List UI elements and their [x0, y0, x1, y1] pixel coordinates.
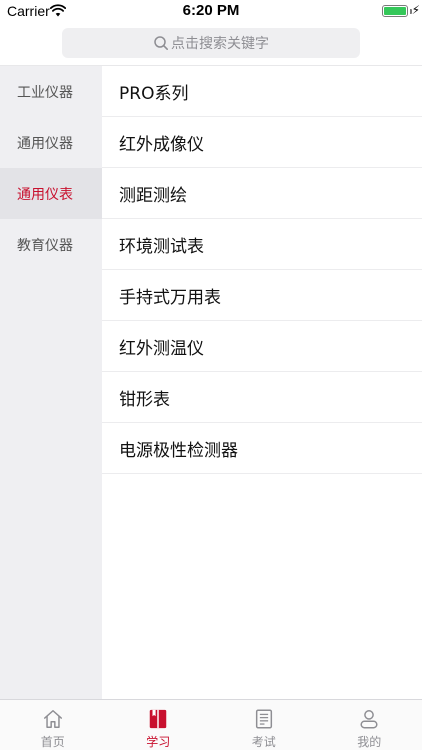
category-item-industrial[interactable]: 工业仪器 — [0, 66, 102, 117]
list-item[interactable]: 测距测绘 — [102, 168, 422, 219]
list-item[interactable]: 红外测温仪 — [102, 321, 422, 372]
battery-level — [384, 7, 406, 15]
list-item[interactable]: 红外成像仪 — [102, 117, 422, 168]
tab-label: 我的 — [357, 735, 382, 749]
status-time: 6:20 PM — [182, 2, 240, 19]
list-item[interactable]: PRO系列 — [102, 66, 422, 117]
profile-icon — [360, 710, 378, 729]
tab-profile[interactable]: 我的 — [317, 700, 422, 750]
exam-icon — [255, 709, 272, 729]
battery-icon — [382, 5, 408, 17]
subcategory-list: PRO系列 红外成像仪 测距测绘 环境测试表 手持式万用表 红外测温仪 钳形表 … — [102, 66, 422, 474]
search-area: 点击搜索关键字 — [0, 22, 422, 66]
tab-label: 首页 — [40, 735, 65, 749]
category-item-general-meters[interactable]: 通用仪表 — [0, 168, 102, 219]
list-item[interactable]: 环境测试表 — [102, 219, 422, 270]
charging-icon: ⚡ — [411, 3, 420, 17]
list-item[interactable]: 钳形表 — [102, 372, 422, 423]
search-icon — [154, 36, 168, 50]
list-item[interactable]: 手持式万用表 — [102, 270, 422, 321]
category-item-education[interactable]: 教育仪器 — [0, 219, 102, 270]
category-sidebar: 工业仪器 通用仪器 通用仪表 教育仪器 — [0, 66, 102, 699]
tab-bar: 首页 学习 考试 我的 — [0, 699, 422, 750]
status-bar: Carrier 6:20 PM ⚡ — [0, 0, 422, 22]
tab-label: 学习 — [146, 735, 171, 749]
category-item-general-instruments[interactable]: 通用仪器 — [0, 117, 102, 168]
tab-exam[interactable]: 考试 — [211, 700, 317, 750]
list-item[interactable]: 电源极性检测器 — [102, 423, 422, 474]
tab-study[interactable]: 学习 — [106, 700, 212, 750]
search-input[interactable]: 点击搜索关键字 — [62, 28, 360, 58]
tab-home[interactable]: 首页 — [0, 700, 106, 750]
search-placeholder: 点击搜索关键字 — [171, 36, 269, 52]
home-icon — [43, 710, 62, 728]
tab-label: 考试 — [251, 735, 276, 749]
book-icon — [150, 709, 167, 729]
